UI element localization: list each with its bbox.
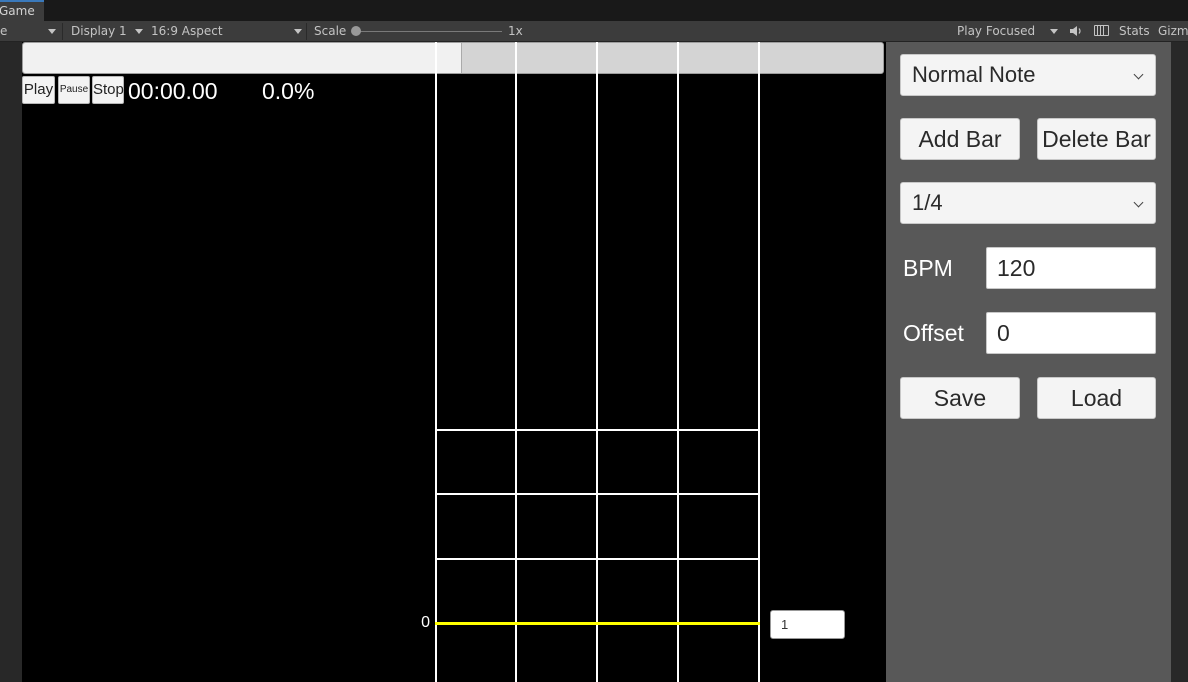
chevron-down-icon[interactable] — [294, 29, 302, 34]
editor-side-panel: Normal Note Add Bar Delete Bar 1/4 BPM 1… — [886, 42, 1171, 682]
lane-divider — [435, 42, 437, 682]
play-button[interactable]: Play — [22, 76, 55, 104]
chevron-down-icon[interactable] — [1050, 29, 1058, 34]
note-type-value: Normal Note — [912, 62, 1036, 87]
keyboard-icon[interactable] — [1094, 25, 1109, 36]
lane-divider — [677, 42, 679, 682]
timeline-scroll-thumb[interactable] — [23, 43, 462, 73]
delete-bar-button[interactable]: Delete Bar — [1037, 118, 1156, 160]
tab-game[interactable]: Game — [0, 0, 44, 21]
play-mode-dropdown[interactable]: Play Focused — [957, 21, 1035, 42]
scale-label: Scale — [314, 24, 347, 38]
beat-line — [435, 558, 760, 560]
toolbar-divider — [306, 23, 307, 40]
save-button[interactable]: Save — [900, 377, 1020, 419]
add-bar-button[interactable]: Add Bar — [900, 118, 1020, 160]
aspect-dropdown[interactable]: 16:9 Aspect — [151, 21, 223, 42]
bpm-label: BPM — [903, 255, 953, 281]
chevron-down-icon — [1133, 69, 1144, 80]
note-type-dropdown[interactable]: Normal Note — [900, 54, 1156, 96]
game-view-toolbar: e Display 1 16:9 Aspect Scale 1x Play Fo… — [0, 21, 1188, 42]
load-button[interactable]: Load — [1037, 377, 1156, 419]
bpm-input[interactable]: 120 — [986, 247, 1156, 289]
stats-button[interactable]: Stats — [1119, 21, 1150, 42]
game-viewport[interactable]: Play Pause Stop 00:00.00 0.0% 0 1 — [22, 42, 886, 682]
offset-input[interactable]: 0 — [986, 312, 1156, 354]
beat-line — [435, 493, 760, 495]
lane-divider — [515, 42, 517, 682]
chevron-down-icon[interactable] — [135, 29, 143, 34]
playback-time: 00:00.00 — [128, 78, 218, 104]
scale-slider-handle[interactable] — [351, 26, 361, 36]
pause-button[interactable]: Pause — [58, 76, 90, 104]
scale-value: 1x — [508, 24, 523, 38]
stop-button[interactable]: Stop — [92, 76, 124, 104]
chevron-down-icon — [1133, 197, 1144, 208]
bar-number-label: 0 — [421, 614, 430, 631]
toolbar-divider — [62, 23, 63, 40]
gizmos-button[interactable]: Gizm — [1158, 21, 1188, 42]
division-value: 1/4 — [912, 190, 943, 215]
panel-right-gutter — [1171, 42, 1188, 682]
display-dropdown[interactable]: Display 1 — [71, 21, 127, 42]
timeline-scrollbar[interactable] — [22, 42, 884, 74]
offset-label: Offset — [903, 320, 964, 346]
lane-divider — [596, 42, 598, 682]
chevron-down-icon[interactable] — [48, 29, 56, 34]
scale-slider-track[interactable] — [356, 31, 502, 32]
bar-start-line — [435, 622, 760, 625]
beat-line — [435, 429, 760, 431]
speaker-icon[interactable] — [1069, 25, 1083, 37]
playback-progress-percent: 0.0% — [262, 78, 315, 104]
view-type-dropdown[interactable]: e — [0, 21, 7, 42]
lane-divider — [758, 42, 760, 682]
editor-tab-bar: Game — [0, 0, 1188, 21]
division-dropdown[interactable]: 1/4 — [900, 182, 1156, 224]
bar-value-input[interactable]: 1 — [770, 610, 845, 639]
